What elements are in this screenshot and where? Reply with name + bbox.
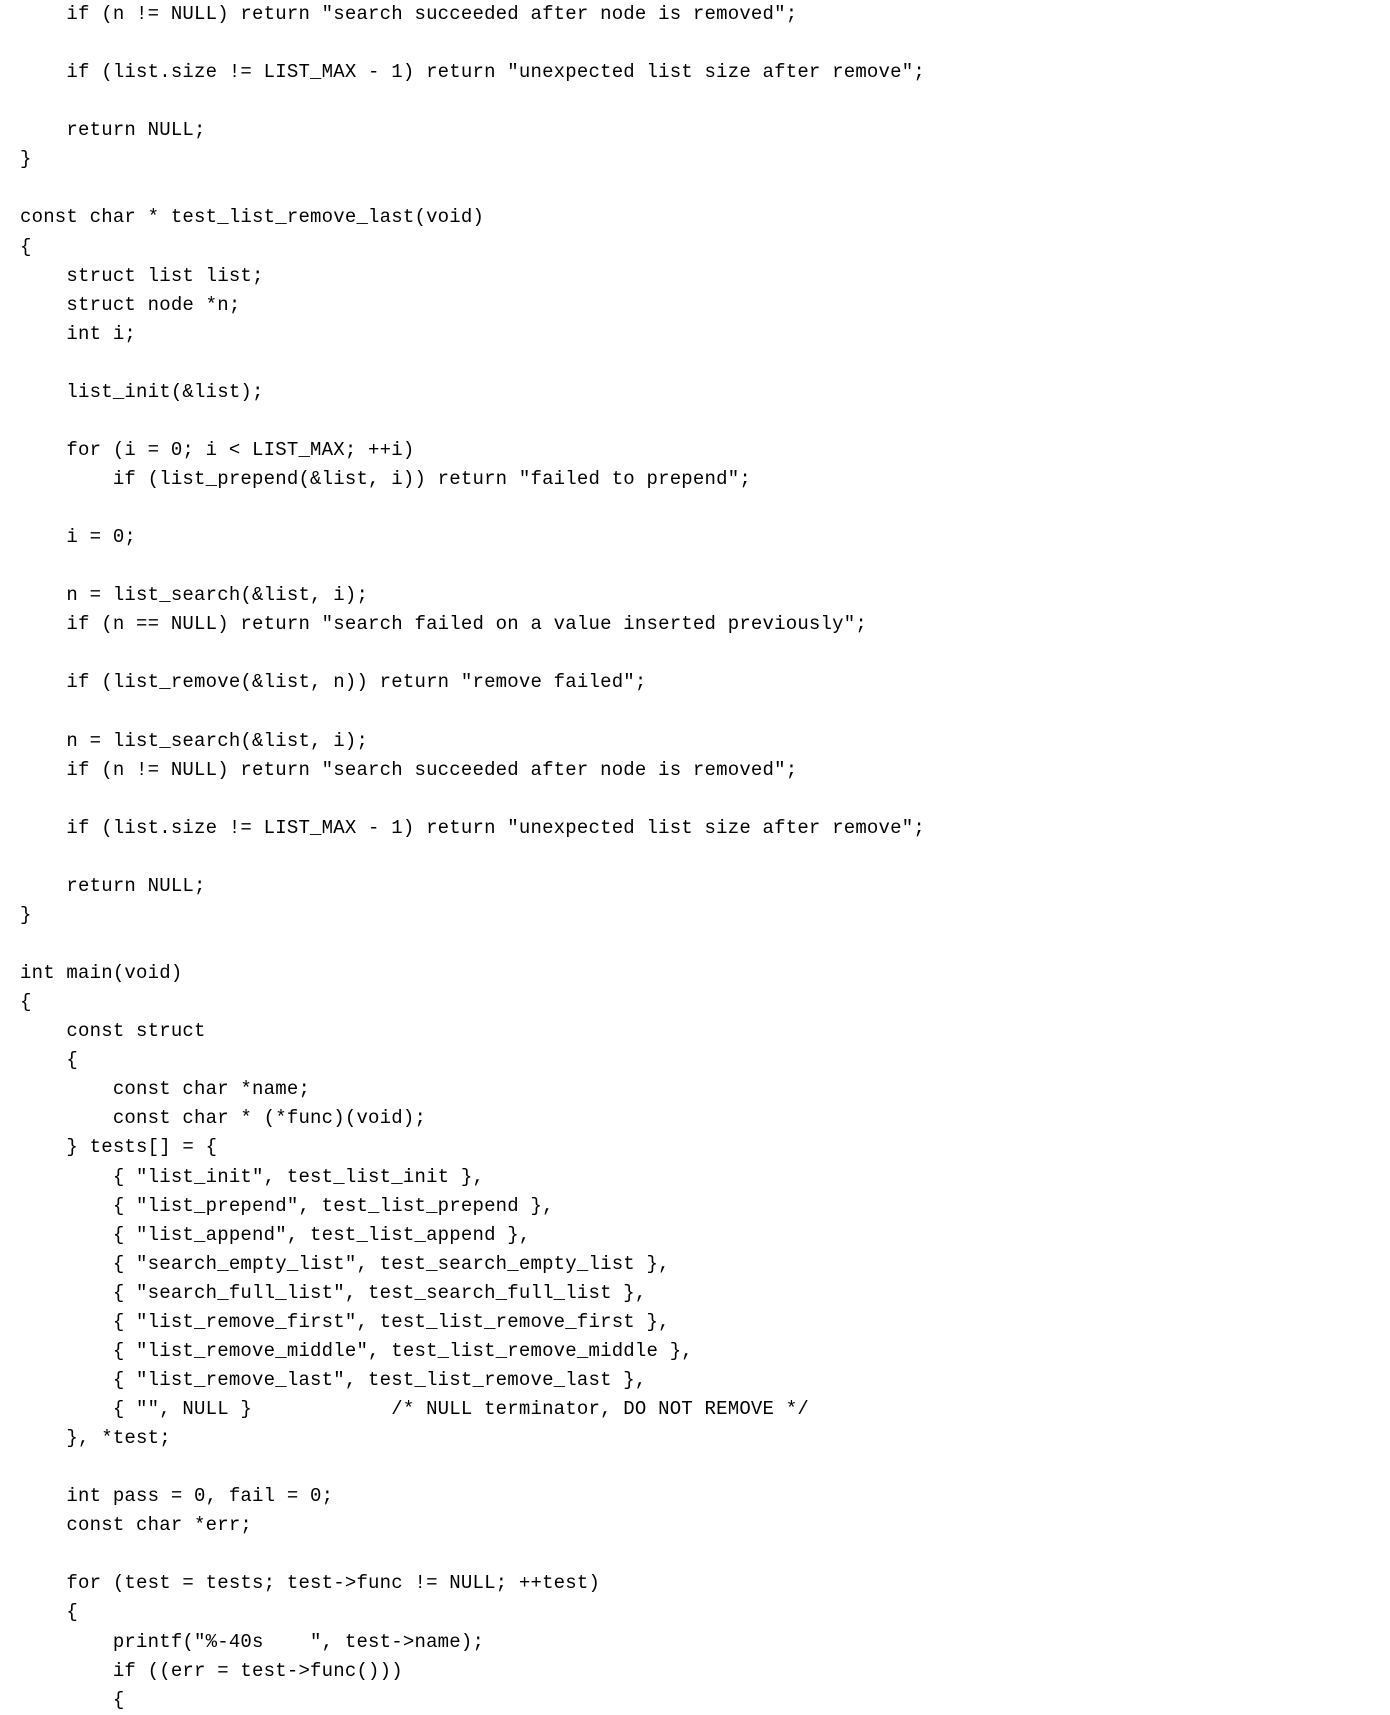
source-code-block: if (n != NULL) return "search succeeded …: [0, 0, 1390, 1715]
